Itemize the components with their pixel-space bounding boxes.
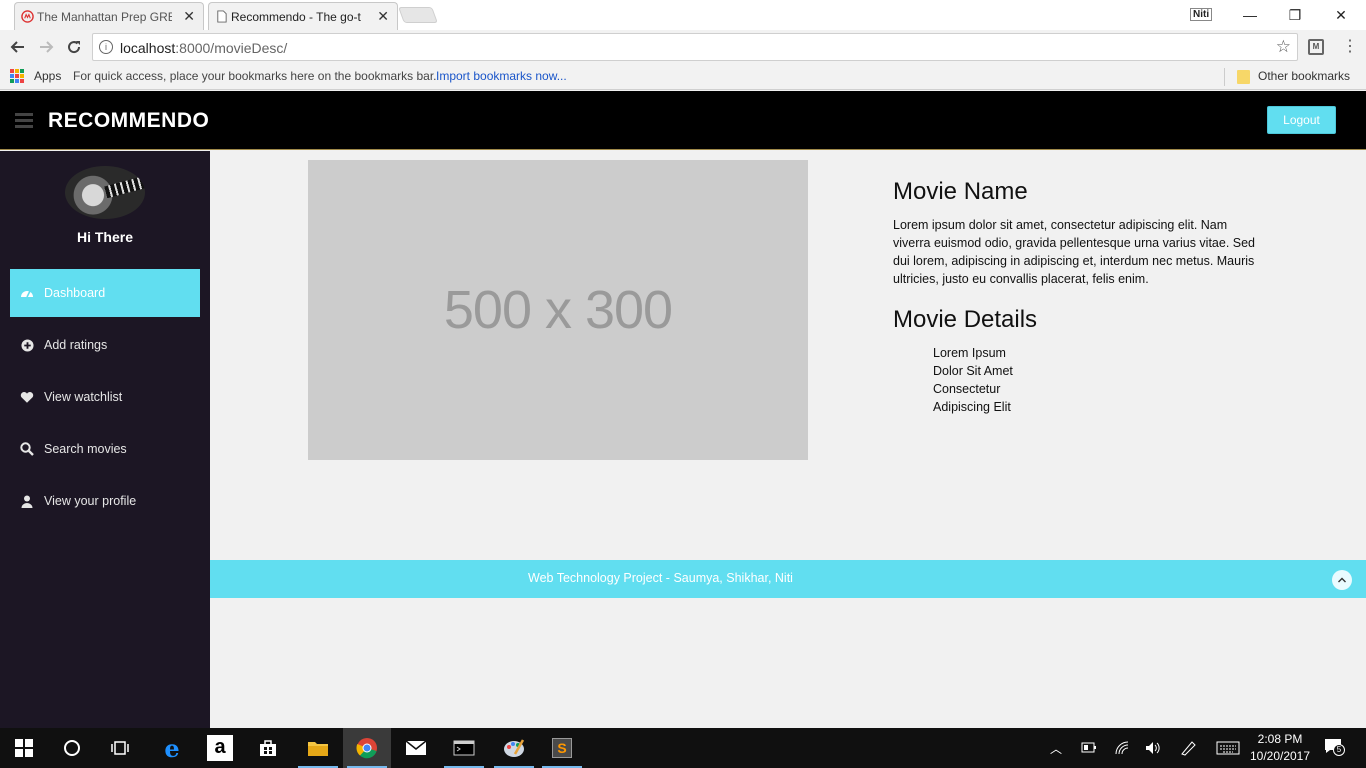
keyboard-icon[interactable] [1216,741,1240,755]
pen-workspace-icon[interactable] [1180,740,1198,756]
sidebar-item-label: View your profile [44,494,137,508]
chrome-menu-icon[interactable]: ⋮ [1342,36,1358,56]
battery-icon[interactable] [1081,742,1097,754]
sidebar-item-add-ratings[interactable]: Add ratings [10,321,200,369]
apps-grid-icon[interactable] [10,69,24,83]
new-tab-button[interactable] [398,7,438,23]
avatar [65,166,145,219]
apps-shortcut[interactable]: Apps [34,69,61,83]
movie-details-heading: Movie Details [893,306,1038,333]
action-center-icon[interactable]: 5 [1324,738,1345,756]
edge-browser-icon[interactable]: e [148,728,196,768]
bookmarks-bar: Apps For quick access, place your bookma… [0,64,1366,90]
sidebar-item-dashboard[interactable]: Dashboard [10,269,200,317]
list-item: Adipiscing Elit [933,400,1011,414]
task-view-icon[interactable] [96,728,144,768]
wifi-icon[interactable] [1114,740,1130,756]
system-clock[interactable]: 2:08 PM 10/20/2017 [1248,731,1312,765]
sidebar-item-label: Search movies [44,442,127,456]
url-text: localhost:8000/movieDesc/ [120,40,288,56]
list-item: Consectetur [933,382,1001,396]
profile-name-badge[interactable]: Niti [1190,8,1213,21]
list-item: Lorem Ipsum [933,346,1006,360]
store-icon[interactable] [244,728,292,768]
tab-title: Recommendo - The go-t [231,9,361,24]
list-item: Dolor Sit Amet [933,364,1013,378]
amazon-app-icon[interactable]: a [196,728,244,768]
page-favicon-icon [217,10,227,23]
footer-credits: Web Technology Project - Saumya, Shikhar… [528,571,793,585]
tab-close-icon[interactable]: ✕ [377,8,389,25]
mail-icon[interactable] [392,728,440,768]
browser-toolbar: i localhost:8000/movieDesc/ ☆ M ⋮ [0,30,1366,64]
site-info-icon[interactable]: i [99,40,113,54]
page-footer: Web Technology Project - Saumya, Shikhar… [210,560,1366,598]
movie-name-heading: Movie Name [893,178,1028,205]
extension-icon[interactable]: M [1308,39,1324,55]
close-window-icon[interactable]: ✕ [1318,0,1364,30]
brand-title[interactable]: RECOMMENDO [48,109,209,133]
tab-manhattan-prep[interactable]: The Manhattan Prep GRE ✕ [14,2,204,30]
user-icon [20,494,34,508]
volume-icon[interactable] [1144,740,1162,756]
greeting-text: Hi There [76,229,133,245]
bookmarks-divider [1224,68,1225,86]
chrome-icon[interactable] [343,728,391,768]
movie-details-list: Lorem Ipsum Dolor Sit Amet Consectetur A… [933,344,1013,416]
notification-count-badge: 5 [1333,744,1345,756]
search-icon [20,442,34,456]
clock-date: 10/20/2017 [1249,749,1311,763]
clock-time: 2:08 PM [1257,732,1303,746]
chevron-up-icon [1338,577,1346,583]
manhattan-prep-favicon-icon [21,10,34,23]
sidebar-item-view-watchlist[interactable]: View watchlist [10,373,200,421]
back-icon[interactable] [8,37,28,57]
movie-description: Lorem ipsum dolor sit amet, consectetur … [893,218,1256,286]
tab-recommendo[interactable]: Recommendo - The go-t ✕ [208,2,398,30]
cortana-search-icon[interactable] [48,728,96,768]
other-bookmarks-folder[interactable]: Other bookmarks [1258,69,1350,83]
plus-circle-icon [20,338,34,352]
hamburger-menu-icon[interactable] [15,113,33,128]
bookmarks-hint: For quick access, place your bookmarks h… [73,69,437,83]
movie-image-placeholder: 500 x 300 [308,160,808,460]
bookmark-star-icon[interactable]: ☆ [1276,37,1291,57]
sidebar-item-view-profile[interactable]: View your profile [10,477,200,525]
tab-close-icon[interactable]: ✕ [183,8,195,25]
sidebar-item-label: Add ratings [44,338,108,352]
restore-icon[interactable]: ❐ [1272,0,1318,30]
heart-icon [20,390,34,404]
browser-tabstrip: The Manhattan Prep GRE ✕ Recommendo - Th… [0,0,1366,30]
paint-icon[interactable] [490,728,538,768]
scroll-to-top-button[interactable] [1332,570,1352,590]
sidebar-item-search-movies[interactable]: Search movies [10,425,200,473]
tab-title: The Manhattan Prep GRE [37,9,172,24]
folder-icon [1237,70,1250,84]
logout-button[interactable]: Logout [1267,106,1336,134]
windows-taskbar: e a S ︿ 2:08 PM 10/20/2017 5 [0,728,1366,768]
forward-icon[interactable] [36,37,56,57]
sidebar-item-label: Dashboard [44,286,106,300]
terminal-icon[interactable] [440,728,488,768]
sidebar-item-label: View watchlist [44,390,123,404]
minimize-icon[interactable]: — [1227,0,1273,30]
sublime-text-icon[interactable]: S [538,728,586,768]
sidebar: Hi There Dashboard Add ratings View watc… [0,151,210,728]
reload-icon[interactable] [64,37,84,57]
show-hidden-icons-icon[interactable]: ︿ [1050,740,1062,757]
address-bar[interactable]: i localhost:8000/movieDesc/ ☆ [92,33,1298,61]
file-explorer-icon[interactable] [294,728,342,768]
dashboard-icon [20,286,34,300]
import-bookmarks-link[interactable]: Import bookmarks now... [436,69,567,83]
windows-start-icon[interactable] [0,728,48,768]
app-header: RECOMMENDO Logout [0,91,1366,150]
